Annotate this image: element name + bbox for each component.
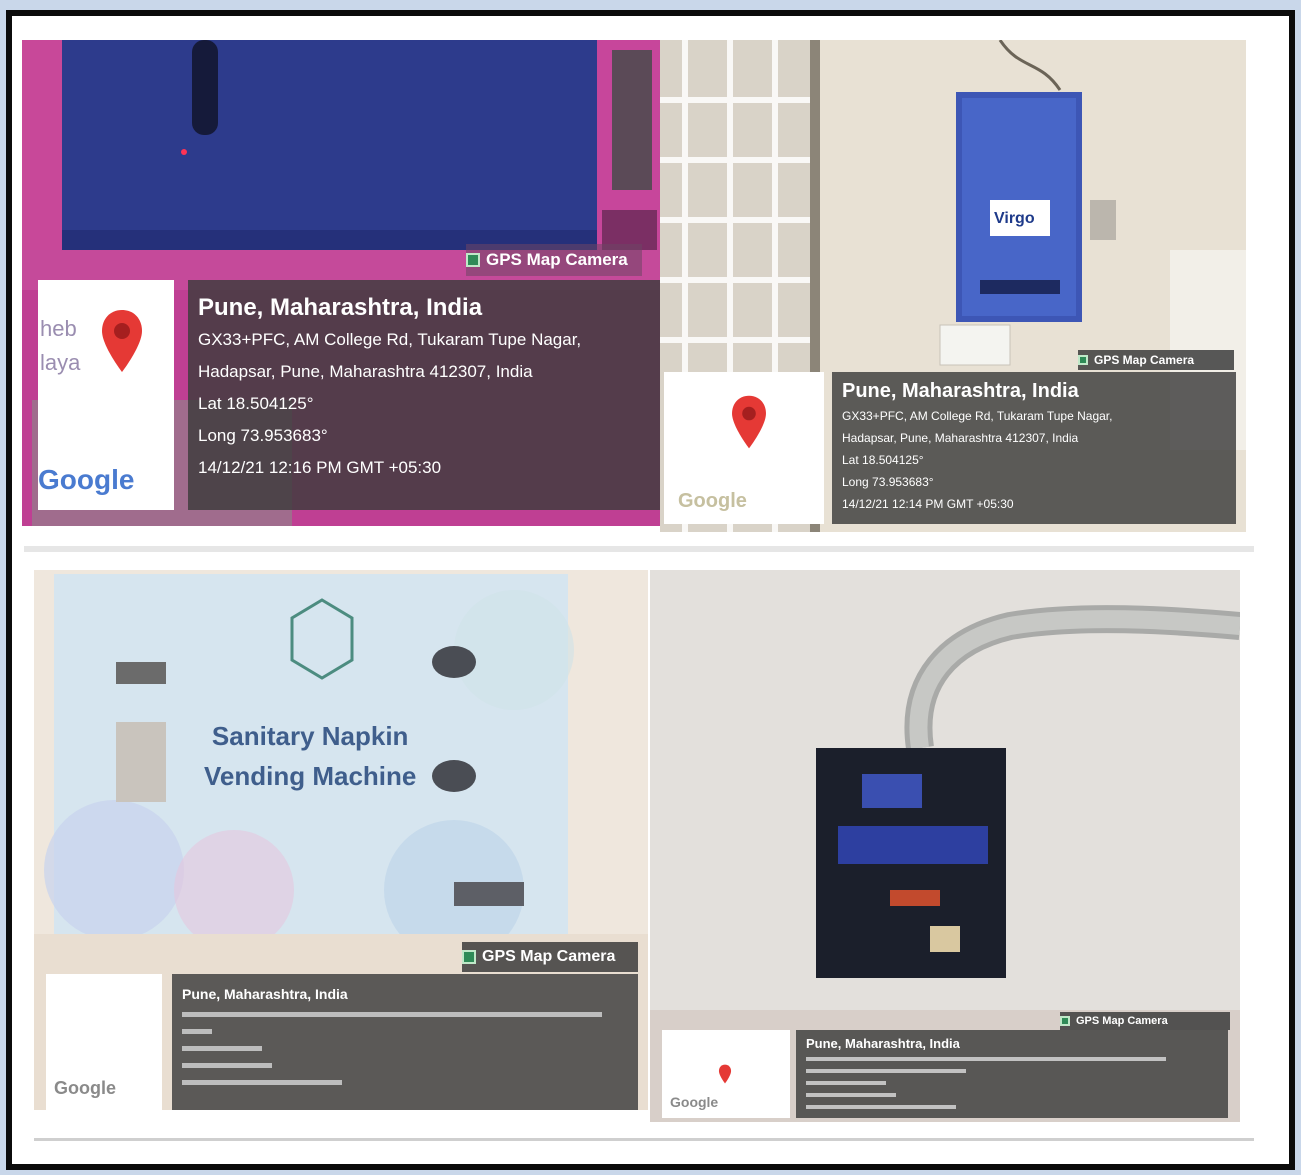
google-logo: Google (678, 490, 747, 512)
gps-camera-badge: GPS Map Camera (462, 942, 638, 972)
gps-info-overlay: Pune, Maharashtra, India GX33+PFC, AM Co… (188, 280, 660, 510)
address-line: Hadapsar, Pune, Maharashtra 412307, Indi… (198, 362, 533, 381)
map-thumbnail: Google (664, 372, 824, 524)
place-name: Pune, Maharashtra, India (182, 986, 348, 1002)
map-thumbnail: Google (46, 974, 162, 1110)
place-name: Pune, Maharashtra, India (842, 380, 1079, 402)
gps-camera-badge: GPS Map Camera (466, 244, 642, 276)
address-line: GX33+PFC, AM College Rd, Tukaram Tupe Na… (842, 409, 1113, 423)
map-thumbnail: heb laya Google (38, 280, 174, 510)
map-pin-icon (732, 395, 766, 449)
google-logo: Google (670, 1094, 719, 1110)
machine-title-line: Vending Machine (204, 761, 417, 791)
map-text: heb (40, 316, 77, 341)
machine-title-line: Sanitary Napkin (211, 721, 409, 751)
address-line: Hadapsar, Pune, Maharashtra 412307, Indi… (842, 431, 1079, 445)
gps-info-overlay: Pune, Maharashtra, India (796, 1030, 1228, 1118)
gps-camera-badge: GPS Map Camera (1060, 1012, 1230, 1030)
camera-icon (462, 950, 476, 964)
bottom-rule (34, 1138, 1254, 1141)
address-line: GX33+PFC, AM College Rd, Tukaram Tupe Na… (198, 330, 582, 349)
google-logo: Google (38, 464, 135, 495)
map-thumbnail: Google (662, 1030, 790, 1118)
camera-label: GPS Map Camera (1076, 1015, 1168, 1027)
google-logo: Google (54, 1078, 116, 1098)
panel-divider (24, 546, 1254, 552)
photo-panel-3: Sanitary Napkin Vending Machine GPS Map … (34, 570, 648, 1110)
camera-icon (466, 253, 480, 267)
address-lines-blurred (182, 1012, 628, 1085)
latitude: Lat 18.504125° (198, 394, 314, 413)
latitude: Lat 18.504125° (842, 453, 924, 467)
camera-label: GPS Map Camera (482, 948, 616, 965)
longitude: Long 73.953683° (842, 475, 934, 489)
device-brand-label: Virgo (994, 210, 1035, 227)
gps-camera-badge: GPS Map Camera (1078, 350, 1234, 370)
gps-info-overlay: Pune, Maharashtra, India GX33+PFC, AM Co… (832, 372, 1236, 524)
map-text: laya (40, 350, 81, 375)
machine-title: Sanitary Napkin Vending Machine (204, 716, 416, 796)
photo-panel-4: GPS Map Camera Google Pune, Maharashtra,… (650, 570, 1240, 1122)
camera-icon (1060, 1016, 1070, 1026)
place-name: Pune, Maharashtra, India (806, 1036, 960, 1051)
photo-panel-2: Virgo GPS Map Camera Google Pune, Mahara… (660, 40, 1246, 532)
photo-panel-1: GPS Map Camera heb laya Google Pune, Mah… (22, 40, 660, 526)
camera-label: GPS Map Camera (1094, 353, 1195, 367)
address-lines-blurred (806, 1057, 1218, 1109)
longitude: Long 73.953683° (198, 426, 328, 445)
image-frame: GPS Map Camera heb laya Google Pune, Mah… (0, 0, 1301, 1175)
timestamp: 14/12/21 12:14 PM GMT +05:30 (842, 497, 1014, 511)
camera-label: GPS Map Camera (486, 250, 628, 269)
gps-info-overlay: Pune, Maharashtra, India (172, 974, 638, 1110)
camera-icon (1078, 355, 1088, 365)
map-pin-icon (102, 310, 142, 372)
place-name: Pune, Maharashtra, India (198, 294, 483, 321)
timestamp: 14/12/21 12:16 PM GMT +05:30 (198, 458, 442, 477)
map-pin-icon (718, 1064, 732, 1084)
